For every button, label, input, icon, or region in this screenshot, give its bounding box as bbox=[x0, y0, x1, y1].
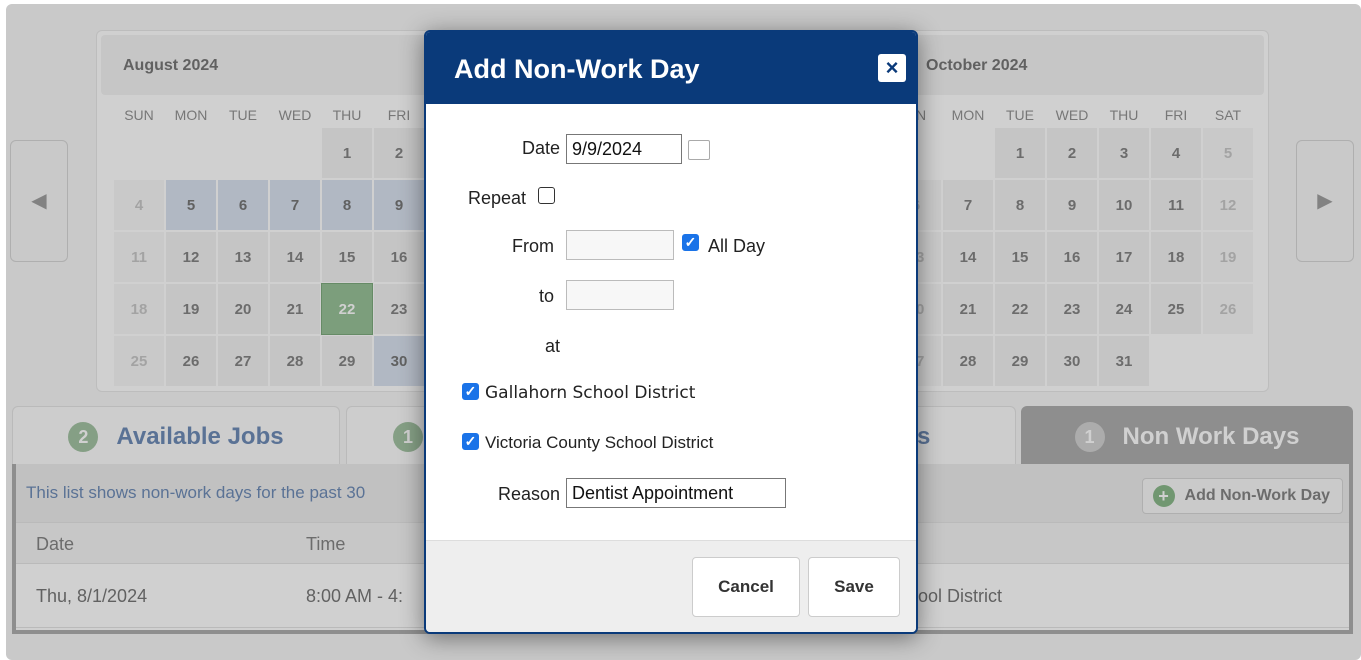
district-checkbox-victoria[interactable]: ✓ bbox=[462, 433, 479, 450]
from-label: From bbox=[512, 236, 554, 256]
close-icon: × bbox=[885, 55, 899, 80]
reason-input[interactable] bbox=[566, 478, 786, 508]
dialog-title: Add Non-Work Day bbox=[454, 54, 700, 84]
district-label-gallahorn: Gallahorn School District bbox=[485, 383, 696, 403]
from-time-input[interactable] bbox=[566, 230, 674, 260]
save-button[interactable]: Save bbox=[808, 557, 900, 617]
dialog-body: Date Repeat From ✓ All Day to at ✓ Galla… bbox=[426, 104, 916, 544]
date-label: Date bbox=[521, 138, 560, 158]
district-label-victoria: Victoria County School District bbox=[485, 433, 714, 452]
date-input[interactable] bbox=[566, 134, 682, 164]
dialog-header: Add Non-Work Day × bbox=[426, 32, 916, 104]
repeat-label: Repeat bbox=[467, 188, 526, 208]
at-label: at bbox=[544, 336, 560, 356]
district-checkbox-gallahorn[interactable]: ✓ bbox=[462, 383, 479, 400]
cancel-button[interactable]: Cancel bbox=[692, 557, 800, 617]
to-time-input[interactable] bbox=[566, 280, 674, 310]
add-non-work-day-dialog: Add Non-Work Day × Date Repeat From ✓ Al… bbox=[424, 30, 918, 634]
repeat-checkbox[interactable] bbox=[538, 187, 555, 204]
all-day-label: All Day bbox=[708, 236, 766, 256]
close-button[interactable]: × bbox=[878, 54, 906, 82]
to-label: to bbox=[538, 286, 554, 306]
dialog-footer: Cancel Save bbox=[426, 540, 916, 632]
reason-label: Reason bbox=[497, 484, 560, 504]
calendar-icon[interactable] bbox=[688, 140, 710, 160]
all-day-checkbox[interactable]: ✓ bbox=[682, 234, 699, 251]
